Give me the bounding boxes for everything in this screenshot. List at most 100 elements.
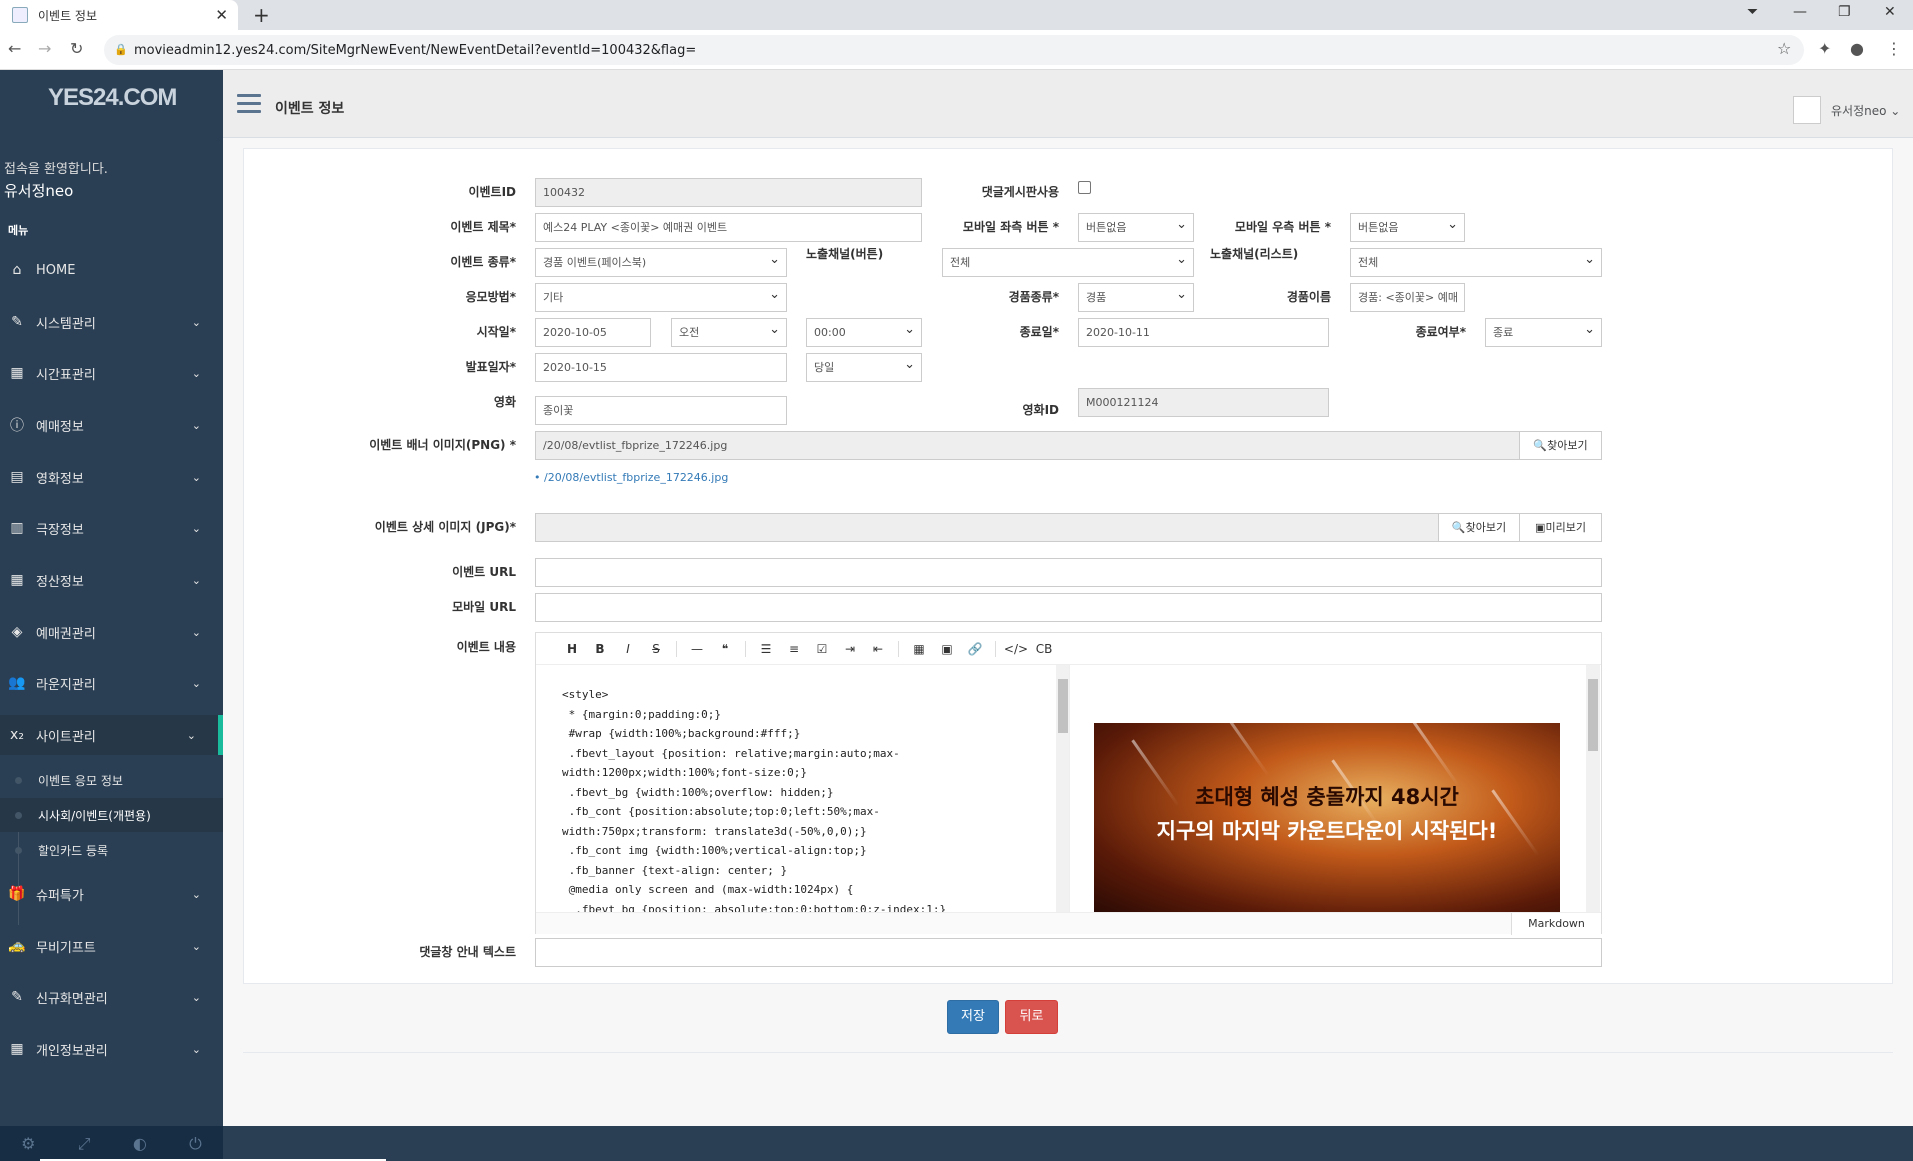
table-icon[interactable]: ▦: [905, 642, 933, 656]
comment-text-field[interactable]: [535, 938, 1602, 967]
mobile-right-select[interactable]: 버튼없음: [1350, 211, 1465, 242]
bullet-list-icon[interactable]: ☰: [752, 642, 780, 656]
browser-tab[interactable]: 이벤트 정보 ✕: [0, 0, 238, 30]
sidebar-item-home[interactable]: ⌂ HOME: [0, 250, 223, 290]
strike-icon[interactable]: S: [642, 642, 670, 656]
sidebar-item-booking[interactable]: ⓘ 예매정보 ⌄: [0, 405, 223, 445]
detail-preview-button[interactable]: ▣미리보기: [1519, 513, 1602, 542]
sidebar-item-privacy[interactable]: ▦ 개인정보관리 ⌄: [0, 1029, 223, 1069]
apply-method-select[interactable]: 기타: [535, 281, 787, 312]
announce-date-field[interactable]: 2020-10-15: [535, 353, 787, 382]
sidebar-subitem-discount-card[interactable]: 할인카드 등록: [0, 833, 223, 867]
event-title-field[interactable]: 예스24 PLAY <종이꽃> 예매권 이벤트: [535, 213, 922, 242]
label-banner-image: 이벤트 배너 이미지(PNG) *: [369, 438, 516, 452]
sidebar-item-voucher[interactable]: ◈ 예매권관리 ⌄: [0, 612, 223, 652]
back-icon[interactable]: ←: [8, 39, 21, 58]
detail-image-field[interactable]: [535, 513, 1439, 542]
hr-icon[interactable]: —: [683, 642, 711, 656]
sidebar-item-schedule[interactable]: ▦ 시간표관리 ⌄: [0, 353, 223, 393]
editor-footer: Markdown: [536, 912, 1601, 935]
fullscreen-icon[interactable]: ⤢: [78, 1134, 91, 1154]
menu-kebab-icon[interactable]: ⋮: [1886, 39, 1902, 58]
sidebar-item-system[interactable]: ✎ 시스템관리 ⌄: [0, 302, 223, 342]
new-tab-icon[interactable]: +: [253, 3, 270, 27]
sidebar-item-settlement[interactable]: ▦ 정산정보 ⌄: [0, 560, 223, 600]
event-url-field[interactable]: [535, 558, 1602, 587]
content-editor[interactable]: H B I S — ❝ ☰ ≡ ☑ ⇥ ⇤ ▦ ▣ 🔗 </> CB <styl…: [535, 632, 1602, 935]
end-date-field[interactable]: 2020-10-11: [1078, 318, 1329, 347]
start-date-field[interactable]: 2020-10-05: [535, 318, 651, 347]
settings-icon[interactable]: ⚙: [21, 1134, 35, 1153]
power-icon[interactable]: ⏻: [189, 1134, 202, 1154]
profile-dropdown-icon[interactable]: ⏷: [1747, 4, 1758, 20]
sidebar-subitem-event-entry[interactable]: 이벤트 응모 정보: [0, 763, 223, 797]
image-icon[interactable]: ▣: [933, 642, 961, 656]
sidebar-subitem-label: 할인카드 등록: [38, 843, 109, 858]
banner-browse-button[interactable]: 🔍찾아보기: [1519, 431, 1602, 460]
close-tab-icon[interactable]: ✕: [215, 6, 228, 24]
account-icon[interactable]: ●: [1850, 39, 1864, 58]
outdent-icon[interactable]: ⇤: [864, 642, 892, 656]
prize-name-field[interactable]: 경품: <종이꽃> 예매: [1350, 283, 1465, 312]
markdown-source[interactable]: <style> * {margin:0;padding:0;} #wrap {w…: [562, 685, 1062, 915]
logo[interactable]: YES24.COM: [48, 84, 177, 112]
sidebar-item-new-screen[interactable]: ✎ 신규화면관리 ⌄: [0, 977, 223, 1017]
event-id-field[interactable]: 100432: [535, 178, 922, 207]
movie-field[interactable]: 종이꽃: [535, 396, 787, 425]
banner-image-field[interactable]: /20/08/evtlist_fbprize_172246.jpg: [535, 431, 1520, 460]
menu-header: 메뉴: [8, 224, 29, 237]
forward-icon[interactable]: →: [38, 39, 51, 58]
restore-icon[interactable]: ❐: [1838, 4, 1851, 20]
minimize-icon[interactable]: —: [1793, 4, 1807, 20]
preview-scrollbar[interactable]: [1586, 665, 1600, 912]
event-type-select[interactable]: 경품 이벤트(페이스북): [535, 246, 787, 277]
sidebar-item-super-deal[interactable]: 🎁 슈퍼특가 ⌄: [0, 874, 223, 914]
detail-browse-button[interactable]: 🔍찾아보기: [1438, 513, 1520, 542]
sidebar-item-lounge[interactable]: 👥 라운지관리 ⌄: [0, 663, 223, 703]
markdown-mode-tab[interactable]: Markdown: [1511, 913, 1601, 935]
banner-image-link[interactable]: • /20/08/evtlist_fbprize_172246.jpg: [534, 471, 728, 484]
preview-label: 미리보기: [1545, 521, 1586, 534]
channel-button-select[interactable]: 전체: [942, 246, 1194, 277]
reload-icon[interactable]: ↻: [70, 39, 83, 58]
extensions-icon[interactable]: ✦: [1818, 39, 1831, 58]
hide-icon[interactable]: ◐: [133, 1134, 147, 1153]
user-dropdown[interactable]: 유서정neo ⌄: [1831, 102, 1900, 119]
channel-list-select[interactable]: 전체: [1350, 246, 1602, 277]
back-button[interactable]: 뒤로: [1005, 1000, 1058, 1034]
quote-icon[interactable]: ❝: [711, 642, 739, 656]
start-time-select[interactable]: 00:00: [806, 316, 922, 347]
bookmark-star-icon[interactable]: ☆: [1777, 39, 1791, 58]
end-status-select[interactable]: 종료: [1485, 316, 1602, 347]
bold-icon[interactable]: B: [586, 642, 614, 656]
link-icon[interactable]: 🔗: [961, 642, 989, 656]
heading-icon[interactable]: H: [558, 642, 586, 656]
start-ampm-select[interactable]: 오전: [671, 316, 787, 347]
sidebar-item-site[interactable]: x₂ 사이트관리 ⌄: [0, 715, 223, 755]
avatar[interactable]: [1793, 96, 1821, 124]
url-input[interactable]: 🔒 movieadmin12.yes24.com/SiteMgrNewEvent…: [104, 35, 1804, 65]
italic-icon[interactable]: I: [614, 642, 642, 656]
codeblock-icon[interactable]: CB: [1030, 642, 1058, 656]
reply-board-checkbox[interactable]: [1078, 181, 1091, 194]
mobile-url-field[interactable]: [535, 593, 1602, 622]
task-icon[interactable]: ☑: [808, 642, 836, 656]
browse-label: 찾아보기: [1465, 521, 1507, 534]
close-window-icon[interactable]: ✕: [1884, 4, 1896, 20]
indent-icon[interactable]: ⇥: [836, 642, 864, 656]
sidebar-item-movie[interactable]: ▤ 영화정보 ⌄: [0, 457, 223, 497]
sidebar-item-theater[interactable]: ▥ 극장정보 ⌄: [0, 508, 223, 548]
url-text: movieadmin12.yes24.com/SiteMgrNewEvent/N…: [134, 42, 697, 58]
sidebar-item-label: 예매권관리: [36, 626, 96, 642]
ordered-list-icon[interactable]: ≡: [780, 642, 808, 656]
sidebar-item-movie-gift[interactable]: 🚕 무비기프트 ⌄: [0, 926, 223, 966]
save-button[interactable]: 저장: [947, 1000, 999, 1034]
code-icon[interactable]: </>: [1002, 642, 1030, 656]
mobile-left-select[interactable]: 버튼없음: [1078, 211, 1194, 242]
menu-toggle-icon[interactable]: [237, 94, 261, 114]
movie-id-field[interactable]: M000121124: [1078, 388, 1329, 417]
sidebar-subitem-preview-event[interactable]: 시사회/이벤트(개편용): [0, 798, 223, 832]
prize-type-select[interactable]: 경품: [1078, 281, 1194, 312]
source-scrollbar[interactable]: [1056, 665, 1070, 912]
announce-when-select[interactable]: 당일: [806, 351, 922, 382]
